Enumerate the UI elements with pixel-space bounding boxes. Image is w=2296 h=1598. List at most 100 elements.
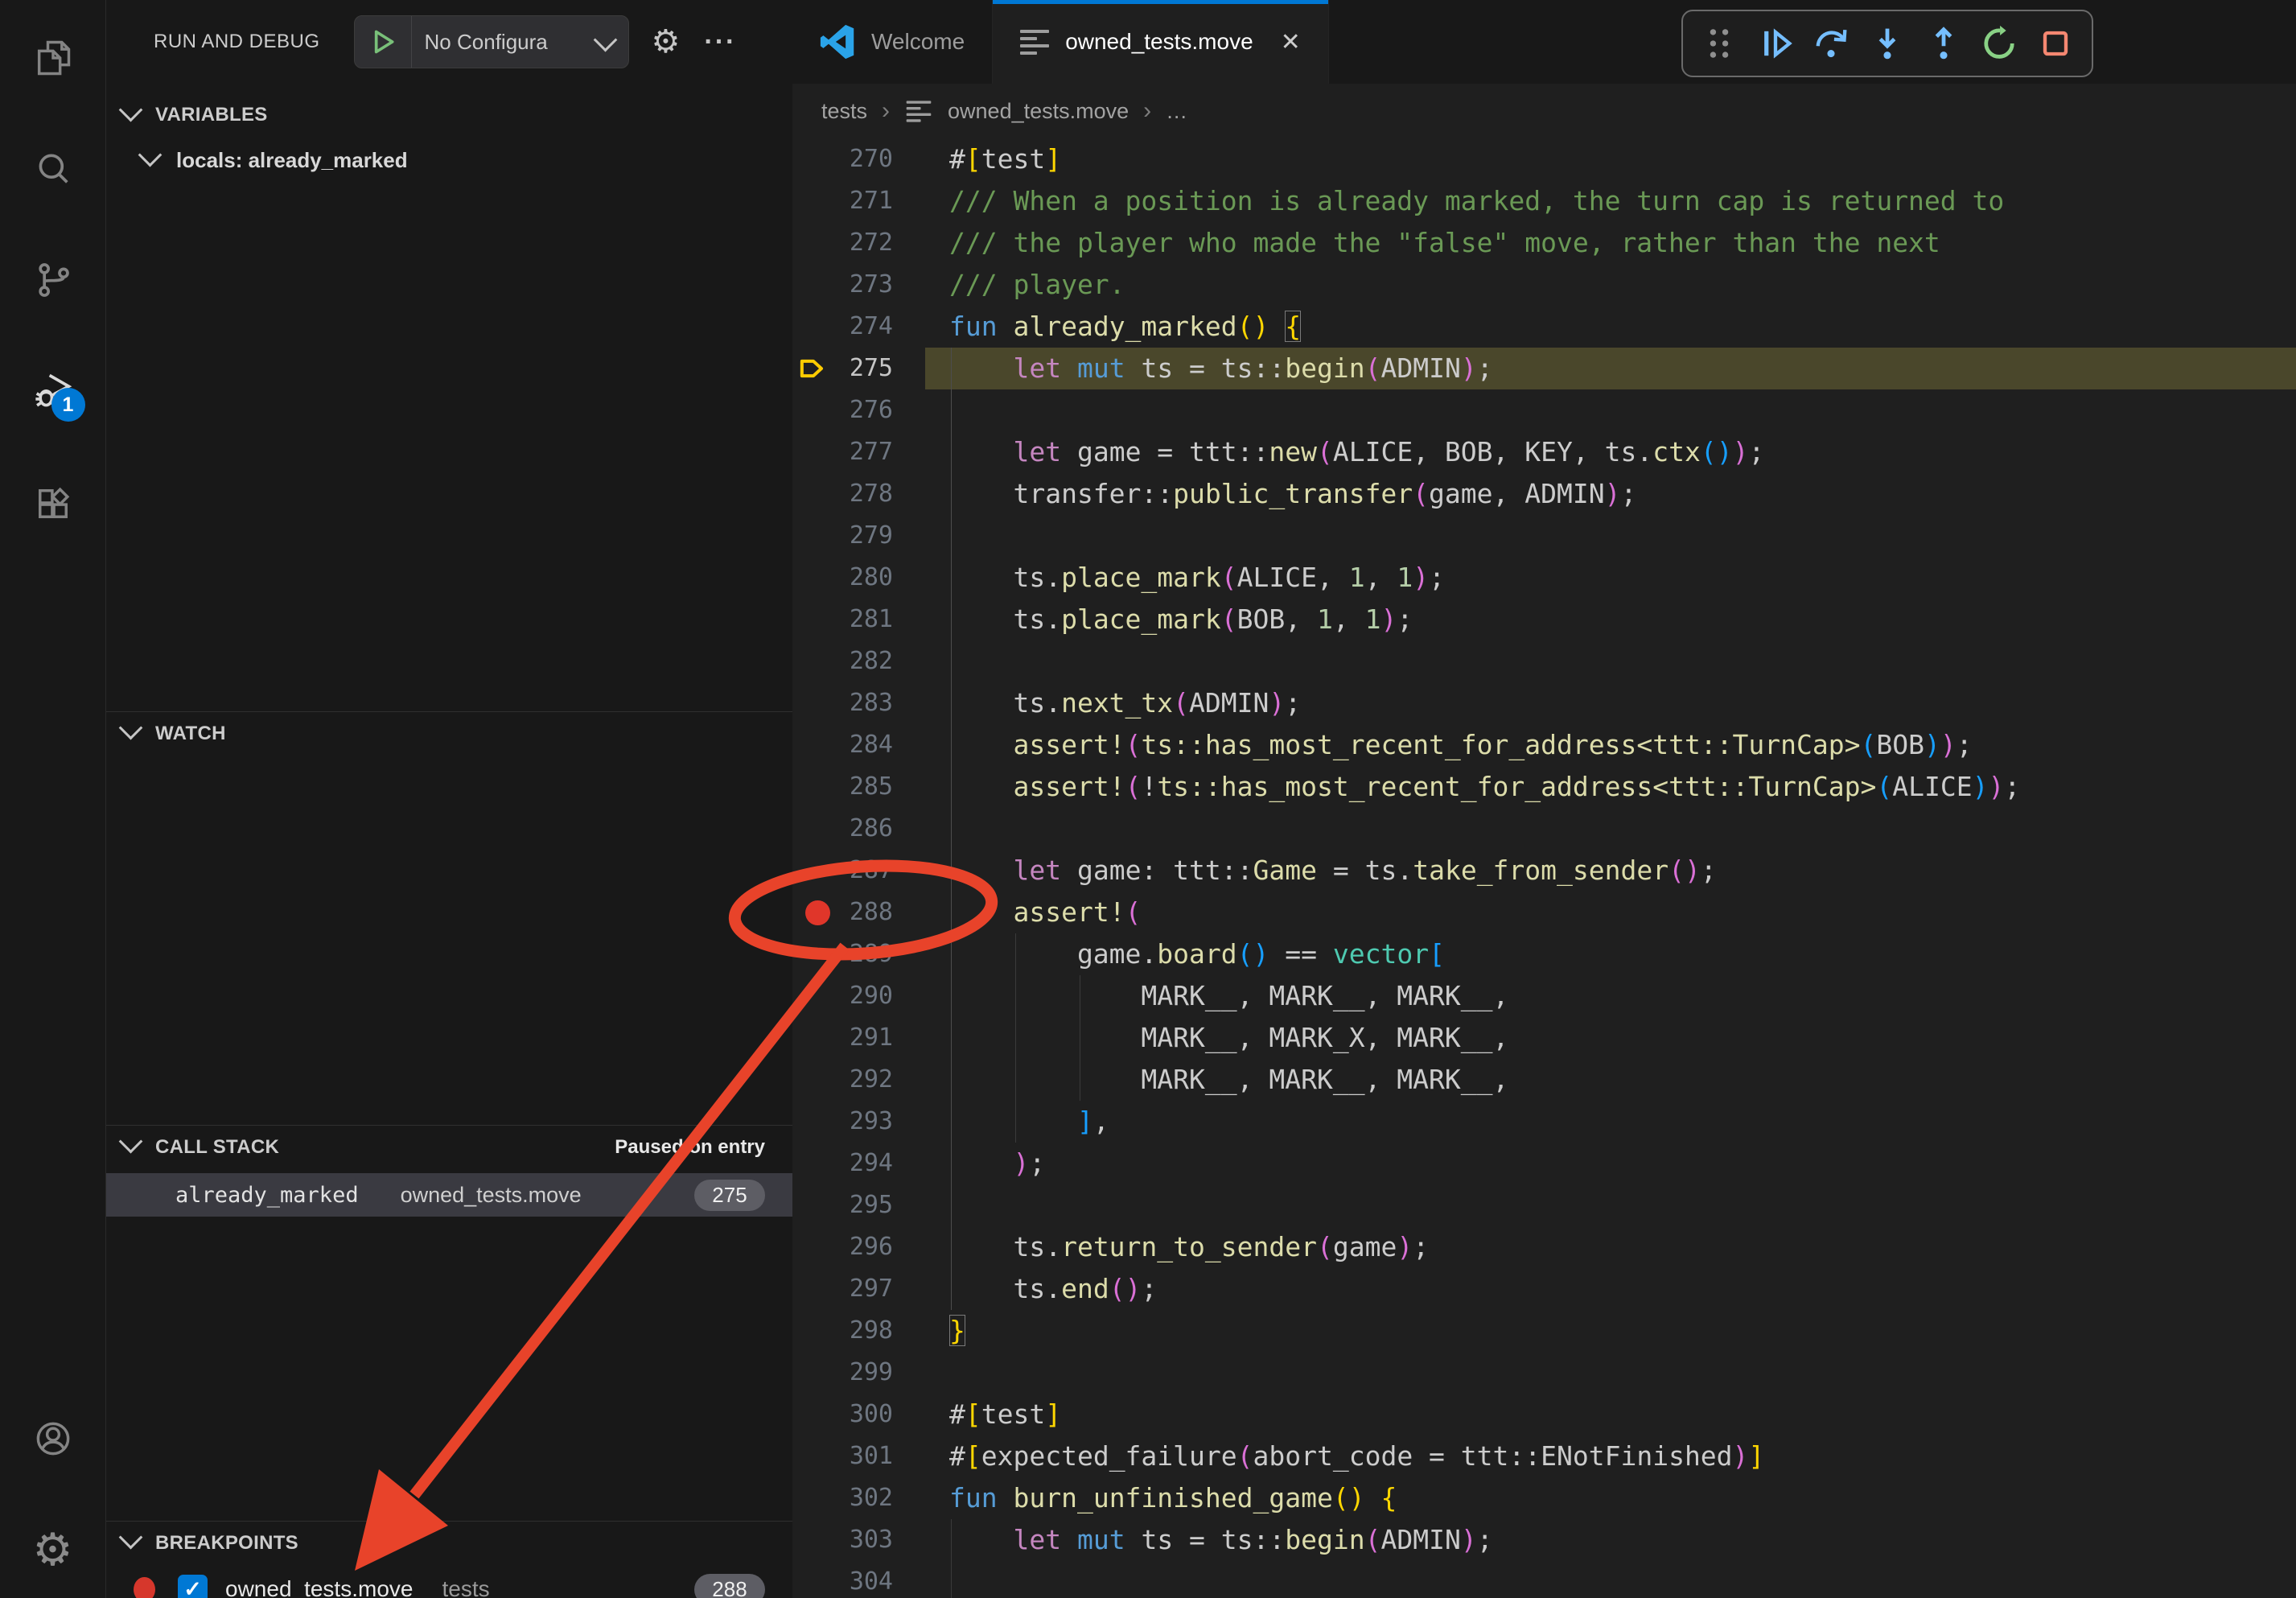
step-out-button-icon[interactable] — [1920, 20, 1967, 67]
code-line-287: 287 let game: ttt::Game = ts.take_from_s… — [792, 850, 2296, 892]
tab-owned-tests-move[interactable]: owned_tests.move ✕ — [993, 0, 1329, 84]
code-line-290: 290 MARK__, MARK__, MARK__, — [792, 975, 2296, 1017]
toolbar-drag-handle-icon[interactable] — [1696, 20, 1743, 67]
code-line-271: 271/// When a position is already marked… — [792, 180, 2296, 222]
line-number[interactable]: 287 — [792, 850, 893, 892]
line-number[interactable]: 270 — [792, 138, 893, 180]
continue-button-icon[interactable] — [1752, 20, 1799, 67]
code-line-300: 300#[test] — [792, 1394, 2296, 1435]
restart-button-icon[interactable] — [1976, 20, 2022, 67]
line-number[interactable]: 276 — [792, 389, 893, 431]
debug-current-line-arrow — [797, 352, 829, 385]
line-number[interactable]: 280 — [792, 557, 893, 599]
line-number[interactable]: 290 — [792, 975, 893, 1017]
code-editor[interactable]: 270#[test]271/// When a position is alre… — [792, 138, 2296, 1598]
line-number[interactable]: 298 — [792, 1310, 893, 1352]
line-number[interactable]: 274 — [792, 306, 893, 348]
line-number[interactable]: 279 — [792, 515, 893, 557]
explorer-icon[interactable] — [31, 35, 76, 80]
breakpoint-list-item[interactable]: ✓ owned_tests.move tests 288 — [106, 1567, 792, 1598]
code-line-298: 298} — [792, 1310, 2296, 1352]
debug-settings-gear-icon[interactable]: ⚙ — [652, 23, 681, 60]
indent-guide — [1015, 933, 1016, 1143]
line-number[interactable]: 292 — [792, 1059, 893, 1101]
more-actions-icon[interactable]: ··· — [704, 27, 736, 58]
launch-config-dropdown[interactable]: No Configura — [354, 15, 629, 68]
stop-button-icon[interactable] — [2032, 20, 2079, 67]
close-icon[interactable]: ✕ — [1281, 28, 1301, 56]
step-into-button-icon[interactable] — [1864, 20, 1911, 67]
line-number[interactable]: 277 — [792, 431, 893, 473]
vscode-window: 1 ⚙ RUN AND DEBUG No — [0, 0, 2296, 1598]
line-number[interactable]: 301 — [792, 1435, 893, 1477]
debug-toolbar — [1681, 10, 2093, 77]
line-number[interactable]: 272 — [792, 222, 893, 264]
code-line-278: 278 transfer::public_transfer(game, ADMI… — [792, 473, 2296, 515]
line-number[interactable]: 304 — [792, 1561, 893, 1598]
section-call-stack[interactable]: CALL STACK Paused on entry — [106, 1125, 792, 1168]
run-and-debug-sidebar: RUN AND DEBUG No Configura ⚙ ··· VARIABL… — [106, 0, 792, 1598]
code-line-303: 303 let mut ts = ts::begin(ADMIN); — [792, 1519, 2296, 1561]
code-line-284: 284 assert!(ts::has_most_recent_for_addr… — [792, 724, 2296, 766]
frame-line-badge: 275 — [694, 1180, 765, 1211]
code-line-273: 273/// player. — [792, 264, 2296, 306]
call-stack-frame-row[interactable]: already_marked owned_tests.move 275 — [106, 1173, 792, 1217]
code-line-289: 289 game.board() == vector[ — [792, 933, 2296, 975]
breadcrumb-item[interactable]: tests — [821, 99, 867, 124]
code-line-296: 296 ts.return_to_sender(game); — [792, 1226, 2296, 1268]
chevron-down-icon — [119, 716, 143, 740]
code-line-292: 292 MARK__, MARK__, MARK__, — [792, 1059, 2296, 1101]
breakpoint-file: owned_tests.move — [225, 1576, 413, 1598]
line-number[interactable]: 299 — [792, 1352, 893, 1394]
line-number[interactable]: 285 — [792, 766, 893, 808]
source-control-icon[interactable] — [31, 257, 76, 303]
run-debug-icon[interactable]: 1 — [31, 369, 76, 414]
line-number[interactable]: 283 — [792, 682, 893, 724]
line-number[interactable]: 273 — [792, 264, 893, 306]
start-debug-icon[interactable] — [355, 16, 412, 68]
line-number[interactable]: 302 — [792, 1477, 893, 1519]
breakpoint-checkbox[interactable]: ✓ — [178, 1575, 208, 1598]
line-number[interactable]: 294 — [792, 1143, 893, 1184]
tab-welcome[interactable]: Welcome — [792, 0, 993, 84]
breadcrumb-separator: › — [1143, 97, 1151, 125]
code-line-304: 304 — [792, 1561, 2296, 1598]
line-number[interactable]: 286 — [792, 808, 893, 850]
section-variables[interactable]: VARIABLES — [106, 93, 792, 137]
activity-bar: 1 ⚙ — [0, 0, 106, 1598]
move-file-icon — [907, 101, 932, 121]
line-number[interactable]: 278 — [792, 473, 893, 515]
code-line-285: 285 assert!(!ts::has_most_recent_for_add… — [792, 766, 2296, 808]
line-number[interactable]: 300 — [792, 1394, 893, 1435]
line-number[interactable]: 271 — [792, 180, 893, 222]
section-watch[interactable]: WATCH — [106, 711, 792, 755]
code-line-286: 286 — [792, 808, 2296, 850]
code-line-280: 280 ts.place_mark(ALICE, 1, 1); — [792, 557, 2296, 599]
step-over-button-icon[interactable] — [1808, 20, 1854, 67]
search-icon[interactable] — [31, 146, 76, 192]
breadcrumb-item[interactable]: … — [1166, 99, 1187, 124]
line-number[interactable]: 296 — [792, 1226, 893, 1268]
line-number[interactable]: 297 — [792, 1268, 893, 1310]
move-file-icon — [1020, 30, 1049, 55]
line-number[interactable]: 282 — [792, 640, 893, 682]
code-line-282: 282 — [792, 640, 2296, 682]
line-number[interactable]: 303 — [792, 1519, 893, 1561]
settings-gear-icon[interactable]: ⚙ — [31, 1527, 76, 1572]
account-icon[interactable] — [31, 1416, 76, 1461]
line-number[interactable]: 295 — [792, 1184, 893, 1226]
breadcrumb-item[interactable]: owned_tests.move — [948, 99, 1129, 124]
config-label: No Configura — [412, 30, 595, 55]
section-breakpoints[interactable]: BREAKPOINTS — [106, 1521, 792, 1564]
code-line-270: 270#[test] — [792, 138, 2296, 180]
breakpoint-gutter-dot[interactable] — [805, 900, 830, 925]
line-number[interactable]: 293 — [792, 1101, 893, 1143]
pause-status: Paused on entry — [615, 1136, 765, 1159]
code-line-293: 293 ], — [792, 1101, 2296, 1143]
line-number[interactable]: 281 — [792, 599, 893, 640]
extensions-icon[interactable] — [31, 481, 76, 526]
line-number[interactable]: 289 — [792, 933, 893, 975]
variables-locals-row[interactable]: locals: already_marked — [106, 138, 792, 182]
line-number[interactable]: 291 — [792, 1017, 893, 1059]
line-number[interactable]: 284 — [792, 724, 893, 766]
